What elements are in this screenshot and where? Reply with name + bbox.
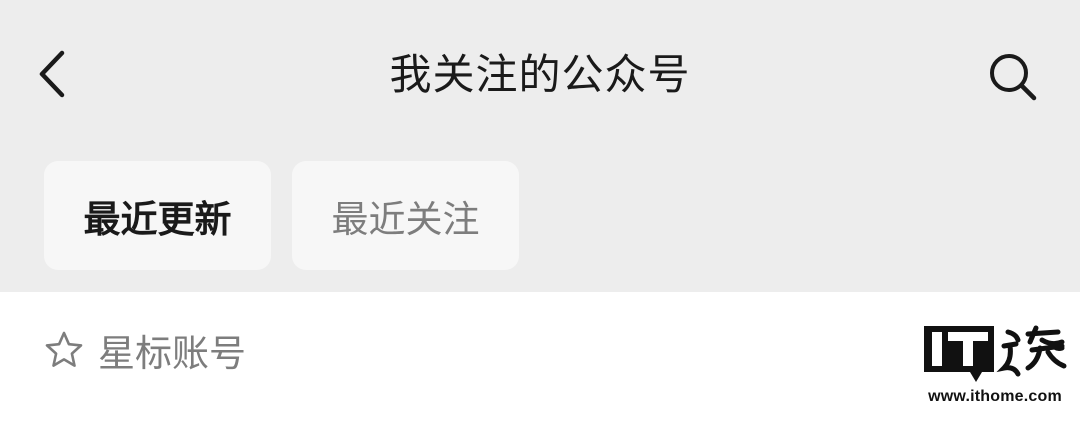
starred-accounts-label: 星标账号 [98, 332, 246, 375]
account-list: 星标账号 [0, 292, 1080, 421]
header-area: 我关注的公众号 最近更新 最近关注 [0, 0, 1080, 292]
star-outline-icon [44, 330, 84, 370]
tab-recent-follow[interactable]: 最近关注 [292, 161, 519, 270]
watermark-url: www.ithome.com [928, 388, 1062, 405]
page-title: 我关注的公众号 [389, 50, 691, 99]
ithome-logo [924, 325, 1067, 382]
search-button[interactable] [978, 42, 1048, 112]
starred-accounts-row[interactable]: 星标账号 [44, 320, 246, 380]
ithome-watermark: www.ithome.com [922, 322, 1068, 412]
navigation-bar: 我关注的公众号 [0, 0, 1080, 150]
chevron-left-icon [39, 50, 65, 98]
search-icon [990, 54, 1037, 101]
back-button[interactable] [22, 42, 86, 106]
tab-recent-update[interactable]: 最近更新 [44, 161, 271, 270]
